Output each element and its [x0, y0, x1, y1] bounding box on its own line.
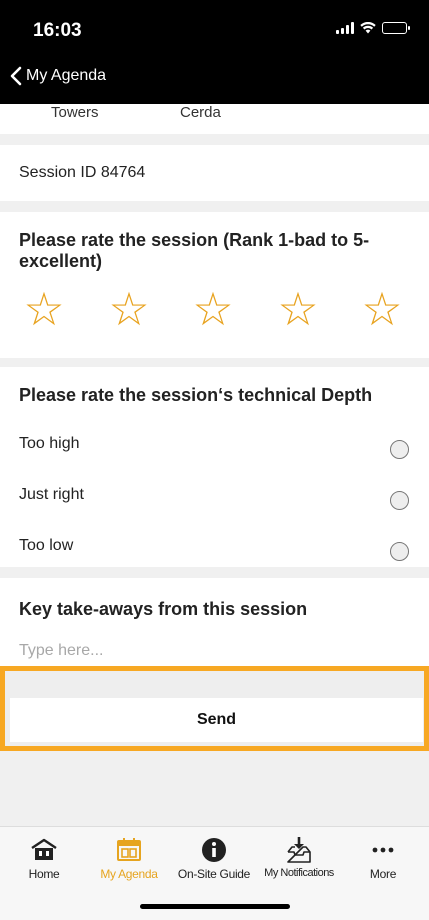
tab-home[interactable]: Home [1, 835, 87, 881]
back-label: My Agenda [26, 67, 107, 84]
home-icon [1, 835, 87, 865]
signal-icon [336, 22, 354, 34]
star-2-button[interactable]: ☆ [107, 286, 151, 332]
inbox-icon [256, 835, 342, 865]
send-button[interactable]: Send [10, 698, 423, 742]
radio-button[interactable] [390, 491, 409, 510]
tab-my-agenda[interactable]: My Agenda [86, 835, 172, 881]
depth-option-just-right[interactable]: Just right [0, 479, 429, 519]
home-indicator [140, 904, 290, 909]
radio-button[interactable] [390, 440, 409, 459]
star-4-button[interactable]: ☆ [276, 286, 320, 332]
room-strip: Towers Cerda [0, 104, 429, 134]
chevron-left-icon [10, 66, 22, 86]
more-dots-icon [340, 835, 426, 865]
takeaways-question: Key take-aways from this session [19, 599, 308, 619]
star-1-button[interactable]: ☆ [22, 286, 66, 332]
tab-more[interactable]: More [340, 835, 426, 881]
depth-option-too-high[interactable]: Too high [0, 428, 429, 468]
tab-label: My Agenda [100, 867, 158, 881]
send-label: Send [196, 711, 237, 728]
option-label: Just right [19, 486, 84, 503]
depth-section: Please rate the session‘s technical Dept… [0, 367, 429, 567]
rating-question: Please rate the session (Rank 1-bad to 5… [19, 230, 370, 271]
phone-screen: 16:03 My Agenda Towers Cerda Session ID … [0, 0, 429, 920]
takeaways-input[interactable]: Type here... [19, 642, 104, 660]
room-label: Cerda [180, 104, 221, 121]
star-5-button[interactable]: ☆ [360, 286, 404, 332]
tab-label: On-Site Guide [177, 867, 251, 881]
wifi-icon [360, 22, 376, 34]
session-id: Session ID 84764 [19, 164, 146, 181]
calendar-icon [86, 835, 172, 865]
depth-question: Please rate the session‘s technical Dept… [19, 385, 373, 405]
info-icon [171, 835, 257, 865]
status-icons [336, 22, 410, 34]
tab-label: More [369, 867, 397, 881]
session-id-row: Session ID 84764 [0, 145, 429, 201]
star-3-button[interactable]: ☆ [191, 286, 235, 332]
status-time: 16:03 [33, 20, 82, 41]
rating-section: Please rate the session (Rank 1-bad to 5… [0, 212, 429, 358]
back-button[interactable]: My Agenda [10, 66, 106, 86]
depth-option-too-low[interactable]: Too low [0, 530, 429, 570]
send-highlight: Send [0, 666, 429, 751]
top-bar: 16:03 My Agenda [0, 0, 429, 104]
star-rating: ☆ ☆ ☆ ☆ ☆ [0, 286, 429, 337]
option-label: Too low [19, 537, 74, 554]
radio-button[interactable] [390, 542, 409, 561]
room-label: Towers [51, 104, 99, 121]
battery-icon [382, 22, 410, 34]
tab-my-notifications[interactable]: My Notifications [256, 835, 342, 879]
option-label: Too high [19, 435, 80, 452]
tab-on-site-guide[interactable]: On-Site Guide [171, 835, 257, 881]
tab-label: My Notifications [264, 867, 334, 879]
tab-label: Home [28, 867, 60, 881]
